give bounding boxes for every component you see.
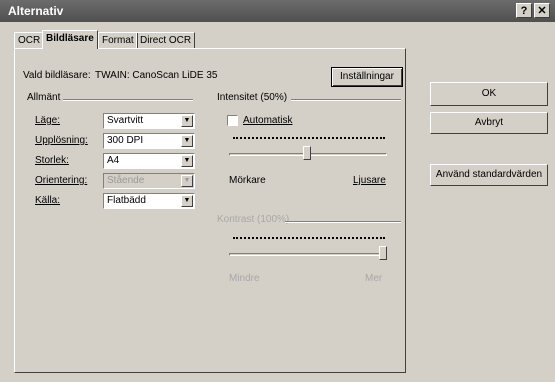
help-button[interactable]: ? xyxy=(516,3,532,18)
help-icon: ? xyxy=(520,5,528,17)
intensity-max-label: Ljusare xyxy=(353,175,386,186)
close-button[interactable]: ✕ xyxy=(534,3,550,18)
intensity-slider-thumb[interactable] xyxy=(303,146,311,160)
orientation-label: Orientering: xyxy=(35,175,88,186)
intensity-title: Intensitet (50%) xyxy=(217,92,288,103)
title-bar: Alternativ ? ✕ xyxy=(0,0,555,22)
intensity-ticks xyxy=(233,137,385,141)
tab-ocr[interactable]: OCR xyxy=(14,32,45,48)
size-label: Storlek: xyxy=(35,155,69,166)
resolution-value: 300 DPI xyxy=(107,135,144,146)
mode-select[interactable]: Svartvitt ▼ xyxy=(103,113,195,129)
tab-bildlasare[interactable]: Bildläsare xyxy=(42,30,98,49)
mode-label: Läge: xyxy=(35,115,61,126)
contrast-track xyxy=(229,253,387,256)
scanner-label: Vald bildläsare: xyxy=(23,70,91,81)
mode-value: Svartvitt xyxy=(107,115,144,126)
contrast-max-label: Mer xyxy=(365,273,383,284)
auto-label: Automatisk xyxy=(243,115,293,126)
settings-button[interactable]: Inställningar xyxy=(331,67,403,87)
orientation-value: Stående xyxy=(107,175,145,186)
auto-checkbox[interactable] xyxy=(227,115,238,126)
tab-format[interactable]: Format xyxy=(98,32,138,48)
chevron-down-icon: ▼ xyxy=(181,135,193,147)
contrast-slider-thumb xyxy=(379,246,387,260)
chevron-down-icon: ▼ xyxy=(181,115,193,127)
window-title: Alternativ xyxy=(8,4,64,18)
contrast-title: Kontrast (100%) xyxy=(217,214,290,225)
source-select[interactable]: Flatbädd ▼ xyxy=(103,193,195,209)
tab-panel: Vald bildläsare: TWAIN: CanoScan LiDE 35… xyxy=(14,48,406,373)
chevron-down-icon: ▼ xyxy=(181,155,193,167)
close-icon: ✕ xyxy=(537,5,547,17)
chevron-down-icon: ▼ xyxy=(181,195,193,207)
source-value: Flatbädd xyxy=(107,195,146,206)
resolution-label: Upplösning: xyxy=(35,135,88,146)
cancel-button[interactable]: Avbryt xyxy=(430,112,548,134)
contrast-divider xyxy=(285,221,401,223)
general-title: Allmänt xyxy=(27,92,61,103)
orientation-select: Stående ▼ xyxy=(103,173,195,189)
general-divider xyxy=(63,99,193,101)
use-defaults-button[interactable]: Använd standardvärden xyxy=(430,164,548,186)
contrast-min-label: Mindre xyxy=(229,273,260,284)
chevron-down-icon: ▼ xyxy=(181,175,193,187)
contrast-ticks xyxy=(233,237,385,241)
intensity-divider xyxy=(291,99,401,101)
scanner-value: TWAIN: CanoScan LiDE 35 xyxy=(95,70,218,81)
source-label: Källa: xyxy=(35,195,61,206)
size-value: A4 xyxy=(107,155,120,166)
ok-button[interactable]: OK xyxy=(430,82,548,106)
resolution-select[interactable]: 300 DPI ▼ xyxy=(103,133,195,149)
tab-direct-ocr[interactable]: Direct OCR xyxy=(136,32,196,48)
size-select[interactable]: A4 ▼ xyxy=(103,153,195,169)
intensity-min-label: Mörkare xyxy=(229,175,266,186)
